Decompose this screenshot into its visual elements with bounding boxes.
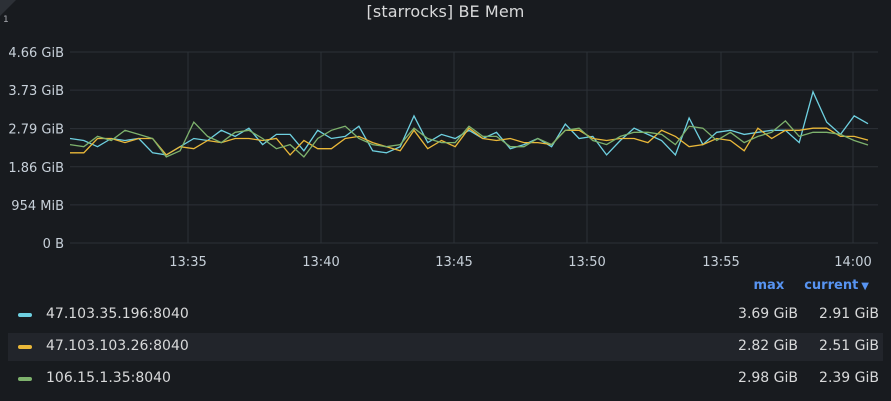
- x-tick-label: 13:55: [702, 255, 739, 270]
- legend-current-value: 2.39 GiB: [819, 370, 879, 386]
- graph-panel: 1 [starrocks] BE Mem 0 B 954 MiB 1.86 GiB 2…: [0, 0, 891, 401]
- y-tick-label: 2.79 GiB: [8, 123, 64, 138]
- legend-series-name[interactable]: 47.103.35.196:8040: [46, 306, 189, 322]
- legend-header: max current ▼: [744, 278, 870, 293]
- legend-header-current[interactable]: current ▼: [794, 278, 869, 293]
- chevron-down-icon: ▼: [861, 281, 869, 292]
- legend-color-swatch[interactable]: [18, 345, 32, 349]
- legend-color-swatch[interactable]: [18, 377, 32, 381]
- legend-color-swatch[interactable]: [18, 313, 32, 317]
- series-line-1[interactable]: [69, 89, 869, 157]
- y-tick-label: 3.73 GiB: [8, 84, 64, 99]
- legend-series-name[interactable]: 47.103.103.26:8040: [46, 338, 189, 354]
- x-tick-label: 14:00: [834, 255, 871, 270]
- legend-series-name[interactable]: 106.15.1.35:8040: [46, 370, 171, 386]
- legend-item[interactable]: 47.103.35.196:8040 3.69 GiB 2.91 GiB: [8, 301, 883, 329]
- legend-max-value: 2.82 GiB: [738, 338, 798, 354]
- x-tick-label: 13:45: [435, 255, 472, 270]
- legend-current-value: 2.91 GiB: [819, 306, 879, 322]
- x-tick-label: 13:35: [169, 255, 206, 270]
- y-tick-label: 0 B: [43, 237, 64, 252]
- y-tick-label: 954 MiB: [11, 199, 64, 214]
- x-tick-label: 13:40: [302, 255, 339, 270]
- line-chart[interactable]: 0 B 954 MiB 1.86 GiB 2.79 GiB 3.73 GiB 4.66 G…: [0, 0, 891, 275]
- series-line-3[interactable]: [69, 119, 869, 158]
- legend-max-value: 3.69 GiB: [738, 306, 798, 322]
- y-tick-label: 4.66 GiB: [8, 46, 64, 61]
- legend-current-value: 2.51 GiB: [819, 338, 879, 354]
- legend-item[interactable]: 47.103.103.26:8040 2.82 GiB 2.51 GiB: [8, 333, 883, 361]
- legend-header-current-label: current: [804, 278, 859, 293]
- y-tick-label: 1.86 GiB: [8, 161, 64, 176]
- legend-item[interactable]: 106.15.1.35:8040 2.98 GiB 2.39 GiB: [8, 365, 883, 393]
- legend-header-max[interactable]: max: [754, 278, 785, 293]
- legend-max-value: 2.98 GiB: [738, 370, 798, 386]
- x-tick-label: 13:50: [568, 255, 605, 270]
